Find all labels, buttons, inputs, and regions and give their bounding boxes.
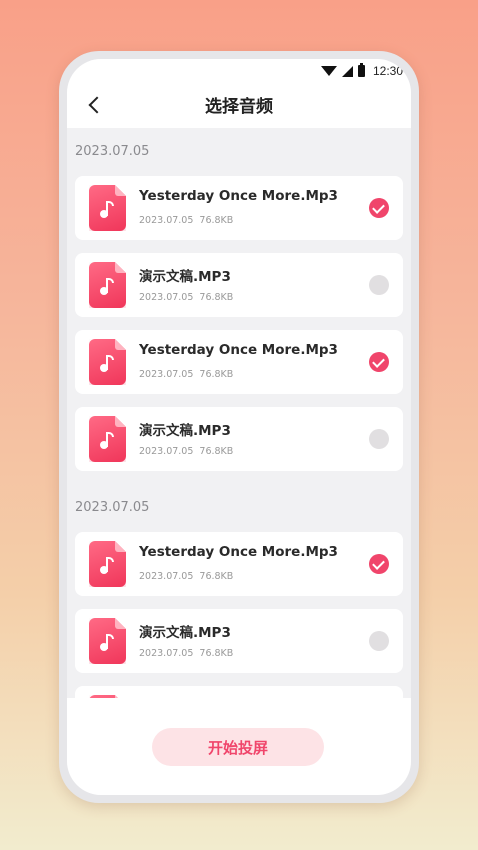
note-flag xyxy=(106,634,114,639)
battery-icon xyxy=(357,63,365,77)
wifi-icon xyxy=(320,66,337,76)
checkbox-unchecked-icon[interactable] xyxy=(369,429,389,449)
file-meta: 2023.07.05 76.8KB xyxy=(139,292,233,303)
music-file-icon xyxy=(89,262,126,308)
music-file-icon xyxy=(89,416,126,462)
date-group: 2023.07.05 Yesterday Once More.Mp3 2023.07… xyxy=(67,484,411,673)
file-size: 76.8KB xyxy=(199,571,234,582)
bottom-bar: 开始投屏 xyxy=(67,698,411,795)
start-casting-button[interactable]: 开始投屏 xyxy=(152,728,324,766)
group-date-label: 2023.07.05 xyxy=(75,144,150,159)
audio-list-item[interactable]: 演示文稿.MP3 2023.07.05 76.8KB xyxy=(75,609,403,673)
file-meta: 2023.07.05 76.8KB xyxy=(139,648,233,659)
music-file-icon xyxy=(89,339,126,385)
file-date: 2023.07.05 xyxy=(139,446,194,457)
cell-signal-icon xyxy=(341,65,353,77)
note-flag xyxy=(106,432,114,437)
audio-list-item-partial[interactable] xyxy=(75,686,403,698)
file-size: 76.8KB xyxy=(199,369,234,380)
file-meta: 2023.07.05 76.8KB xyxy=(139,369,233,380)
date-group: 2023.07.05 Yesterday Once More.Mp3 2023.07… xyxy=(67,128,411,471)
audio-list-item[interactable]: 演示文稿.MP3 2023.07.05 76.8KB xyxy=(75,253,403,317)
phone-frame: 12:30 选择音频 2023.07.05 Yesterday Once More… xyxy=(59,51,419,803)
file-date: 2023.07.05 xyxy=(139,215,194,226)
note-flag xyxy=(106,355,114,360)
music-note-icon xyxy=(98,198,118,220)
note-flag xyxy=(106,201,114,206)
checkbox-checked-icon[interactable] xyxy=(369,352,389,372)
file-date: 2023.07.05 xyxy=(139,292,194,303)
checkbox-unchecked-icon[interactable] xyxy=(369,275,389,295)
file-meta: 2023.07.05 76.8KB xyxy=(139,215,233,226)
audio-list[interactable]: 2023.07.05 Yesterday Once More.Mp3 2023.07… xyxy=(67,128,411,698)
status-time: 12:30 xyxy=(372,64,403,78)
page-title: 选择音频 xyxy=(205,97,273,117)
file-date: 2023.07.05 xyxy=(139,648,194,659)
file-date: 2023.07.05 xyxy=(139,369,194,380)
music-file-icon xyxy=(89,185,126,231)
music-note-icon xyxy=(98,352,118,374)
music-note-icon xyxy=(98,631,118,653)
group-date-label: 2023.07.05 xyxy=(75,500,150,515)
music-note-icon xyxy=(98,429,118,451)
file-size: 76.8KB xyxy=(199,446,234,457)
checkbox-checked-icon[interactable] xyxy=(369,554,389,574)
checkbox-unchecked-icon[interactable] xyxy=(369,631,389,651)
note-flag xyxy=(106,278,114,283)
file-date: 2023.07.05 xyxy=(139,571,194,582)
note-flag xyxy=(106,557,114,562)
file-name: Yesterday Once More.Mp3 xyxy=(139,342,338,358)
file-name: Yesterday Once More.Mp3 xyxy=(139,188,338,204)
file-name: 演示文稿.MP3 xyxy=(139,423,231,439)
file-size: 76.8KB xyxy=(199,292,234,303)
music-file-icon xyxy=(89,618,126,664)
file-name: 演示文稿.MP3 xyxy=(139,269,231,285)
audio-list-item[interactable]: Yesterday Once More.Mp3 2023.07.05 76.8KB xyxy=(75,176,403,240)
status-bar: 12:30 xyxy=(320,63,403,79)
audio-list-item[interactable]: 演示文稿.MP3 2023.07.05 76.8KB xyxy=(75,407,403,471)
file-meta: 2023.07.05 76.8KB xyxy=(139,446,233,457)
audio-list-item[interactable]: Yesterday Once More.Mp3 2023.07.05 76.8KB xyxy=(75,330,403,394)
music-file-icon xyxy=(89,541,126,587)
music-note-icon xyxy=(98,275,118,297)
file-meta: 2023.07.05 76.8KB xyxy=(139,571,233,582)
app-screen: 12:30 选择音频 2023.07.05 Yesterday Once More… xyxy=(67,59,411,795)
file-name: Yesterday Once More.Mp3 xyxy=(139,544,338,560)
checkbox-checked-icon[interactable] xyxy=(369,198,389,218)
top-bar: 12:30 选择音频 xyxy=(67,59,411,128)
file-size: 76.8KB xyxy=(199,215,234,226)
file-name: 演示文稿.MP3 xyxy=(139,625,231,641)
audio-list-item[interactable]: Yesterday Once More.Mp3 2023.07.05 76.8KB xyxy=(75,532,403,596)
file-size: 76.8KB xyxy=(199,648,234,659)
music-note-icon xyxy=(98,554,118,576)
